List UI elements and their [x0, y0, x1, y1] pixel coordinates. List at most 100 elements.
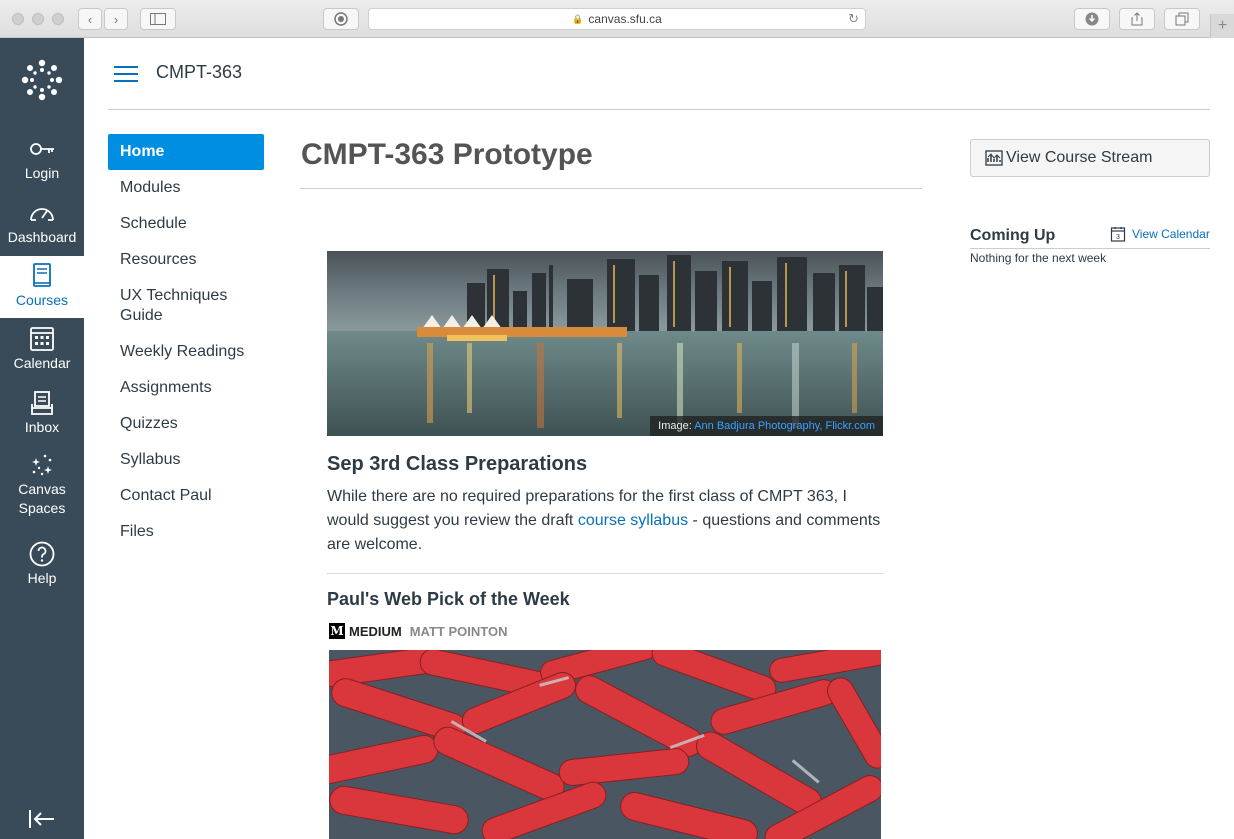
- medium-logo-icon: M: [329, 623, 345, 639]
- chart-icon: [985, 150, 1003, 166]
- header-divider: [108, 109, 1210, 110]
- share-icon: [1131, 12, 1143, 26]
- download-icon: [1085, 12, 1099, 26]
- tabs-icon: [1175, 12, 1189, 26]
- global-nav-label: Canvas: [18, 481, 66, 497]
- coming-up-empty-text: Nothing for the next week: [970, 251, 1107, 265]
- course-syllabus-link[interactable]: course syllabus: [578, 512, 688, 529]
- privacy-report-button[interactable]: [323, 8, 359, 30]
- course-nav-label: Weekly Readings: [120, 343, 245, 360]
- title-divider: [300, 188, 922, 189]
- vancouver-skyline-image: Image: Ann Badjura Photography, Flickr.c…: [327, 251, 883, 436]
- course-nav-label: Quizzes: [120, 415, 178, 432]
- minimize-window-button[interactable]: [32, 13, 44, 25]
- course-nav-label: Schedule: [120, 215, 187, 232]
- forward-button[interactable]: ›: [104, 8, 128, 30]
- coming-up-heading: Coming Up: [970, 227, 1056, 244]
- global-nav-canvas-spaces[interactable]: Canvas Spaces: [0, 452, 84, 518]
- course-nav: Home Modules Schedule Resources UX Techn…: [108, 134, 264, 550]
- course-nav-schedule[interactable]: Schedule: [108, 206, 264, 242]
- course-nav-assignments[interactable]: Assignments: [108, 370, 264, 406]
- course-nav-contact-paul[interactable]: Contact Paul: [108, 478, 264, 514]
- global-nav-label: Dashboard: [7, 229, 77, 245]
- swiss-army-knives-image[interactable]: [329, 650, 881, 839]
- image-credit-prefix: Image:: [658, 420, 695, 432]
- coming-up-divider: [970, 248, 1210, 249]
- course-nav-syllabus[interactable]: Syllabus: [108, 442, 264, 478]
- course-nav-label: Home: [120, 143, 165, 160]
- global-nav-label: Login: [24, 165, 60, 181]
- course-nav-label: Files: [120, 523, 154, 540]
- book-icon: [33, 263, 51, 287]
- calendar-icon: [30, 327, 54, 351]
- section-heading-web-pick: Paul's Web Pick of the Week: [327, 589, 570, 609]
- plus-icon: +: [1217, 17, 1228, 34]
- course-nav-resources[interactable]: Resources: [108, 242, 264, 278]
- course-nav-home[interactable]: Home: [108, 134, 264, 170]
- source-name: MEDIUM: [349, 623, 402, 639]
- share-button[interactable]: [1119, 8, 1155, 30]
- view-course-stream-label: View Course Stream: [1006, 149, 1153, 166]
- global-nav-inbox[interactable]: Inbox: [0, 390, 84, 437]
- shield-icon: [334, 12, 348, 26]
- zoom-window-button[interactable]: [52, 13, 64, 25]
- inbox-icon: [31, 391, 53, 415]
- speedometer-icon: [30, 208, 54, 221]
- chevron-left-icon: ‹: [87, 11, 93, 27]
- view-calendar-label: View Calendar: [1132, 227, 1210, 241]
- section-heading-class-prep: Sep 3rd Class Preparations: [327, 453, 588, 475]
- hamburger-line: [114, 80, 138, 82]
- sidebar-toggle-button[interactable]: [140, 8, 176, 30]
- hamburger-line: [114, 73, 138, 75]
- skyline-illustration: [327, 251, 883, 436]
- course-menu-toggle[interactable]: [114, 66, 138, 84]
- course-nav-label: Contact Paul: [120, 487, 212, 504]
- lock-icon: 🔒: [572, 13, 584, 24]
- calendar-icon: 3: [1110, 227, 1126, 242]
- browser-toolbar: ‹ › 🔒 canvas.sfu.ca ↻ +: [0, 0, 1234, 38]
- global-nav-label: Inbox: [24, 419, 60, 435]
- chevron-right-icon: ›: [113, 11, 119, 27]
- course-nav-files[interactable]: Files: [108, 514, 264, 550]
- course-nav-label: Guide: [120, 307, 163, 324]
- address-bar[interactable]: 🔒 canvas.sfu.ca ↻: [368, 8, 866, 30]
- global-nav-calendar[interactable]: Calendar: [0, 326, 84, 373]
- view-calendar-link[interactable]: 3 View Calendar: [1110, 226, 1210, 242]
- knives-illustration: [329, 650, 881, 839]
- global-nav-label: Spaces: [18, 500, 66, 516]
- reload-icon[interactable]: ↻: [848, 11, 859, 27]
- page-title: CMPT-363 Prototype: [301, 138, 593, 171]
- image-credit: Image: Ann Badjura Photography, Flickr.c…: [650, 416, 883, 436]
- course-nav-label: Syllabus: [120, 451, 181, 468]
- key-icon: [30, 143, 54, 155]
- tabs-overview-button[interactable]: [1164, 8, 1200, 30]
- canvas-logo[interactable]: [20, 58, 64, 102]
- global-nav-login[interactable]: Login: [0, 136, 84, 183]
- global-nav-help[interactable]: Help: [0, 541, 84, 588]
- close-window-button[interactable]: [12, 13, 24, 25]
- back-button[interactable]: ‹: [78, 8, 102, 30]
- course-nav-quizzes[interactable]: Quizzes: [108, 406, 264, 442]
- section-divider: [327, 573, 883, 574]
- course-nav-label: Assignments: [120, 379, 212, 396]
- article-source[interactable]: M MEDIUM MATT POINTON: [329, 622, 507, 640]
- course-nav-ux-techniques-guide[interactable]: UX Techniques Guide: [108, 278, 264, 334]
- collapse-nav-icon[interactable]: [28, 808, 56, 830]
- url-text: canvas.sfu.ca: [588, 12, 662, 26]
- global-nav-label: Courses: [15, 292, 69, 308]
- global-nav-label: Calendar: [13, 355, 71, 371]
- view-course-stream-button[interactable]: View Course Stream: [970, 139, 1210, 177]
- calendar-icon-day: 3: [1116, 234, 1120, 241]
- global-nav-courses[interactable]: Courses: [0, 256, 84, 318]
- course-nav-weekly-readings[interactable]: Weekly Readings: [108, 334, 264, 370]
- global-nav: Login Dashboard Courses Calendar Inbox C…: [0, 38, 84, 839]
- sparkles-icon: [32, 454, 52, 476]
- course-nav-modules[interactable]: Modules: [108, 170, 264, 206]
- breadcrumb[interactable]: CMPT-363: [156, 62, 242, 83]
- global-nav-dashboard[interactable]: Dashboard: [0, 200, 84, 247]
- sidebar-icon: [150, 13, 166, 25]
- global-nav-label: Help: [27, 570, 57, 586]
- image-credit-link[interactable]: Ann Badjura Photography, Flickr.com: [694, 420, 875, 432]
- new-tab-button[interactable]: +: [1210, 14, 1234, 38]
- downloads-button[interactable]: [1074, 8, 1110, 30]
